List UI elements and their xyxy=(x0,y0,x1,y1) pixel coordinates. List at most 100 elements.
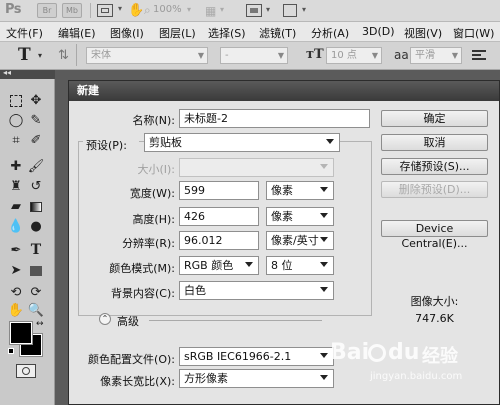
tools-panel-header[interactable]: ◂◂ xyxy=(0,68,55,79)
pen-tool-icon[interactable]: ✒ xyxy=(7,242,25,260)
chevron-down-icon[interactable]: ▾ xyxy=(220,5,224,14)
grid-icon[interactable]: ▦ xyxy=(205,4,216,18)
mini-bridge-button[interactable]: Mb xyxy=(62,3,82,18)
dodge-tool-icon[interactable]: ● xyxy=(27,218,45,236)
chevron-down-icon[interactable]: ▾ xyxy=(118,4,122,13)
dialog-title[interactable]: 新建 xyxy=(69,81,499,101)
chevron-down-icon xyxy=(320,262,328,267)
brush-tool-icon[interactable]: 🖌 xyxy=(27,158,45,176)
type-tool-icon[interactable]: T xyxy=(18,45,31,65)
font-family-value: 宋体 xyxy=(91,50,111,61)
zoom-icon[interactable]: ⌕ xyxy=(144,3,151,18)
resolution-input[interactable]: 96.012 xyxy=(179,231,259,250)
clone-stamp-tool-icon[interactable]: ♜ xyxy=(7,178,25,196)
menu-select[interactable]: 选择(S) xyxy=(208,25,246,41)
cancel-button[interactable]: 取消 xyxy=(381,134,488,151)
marquee-tool-icon[interactable] xyxy=(7,92,25,110)
quick-selection-tool-icon[interactable]: ✎ xyxy=(27,112,45,130)
name-label: 名称(N): xyxy=(132,114,175,127)
quick-mask-icon[interactable] xyxy=(16,364,36,378)
eraser-tool-icon[interactable]: ▰ xyxy=(7,198,25,216)
watermark-url: jingyan.baidu.com xyxy=(370,371,463,382)
ok-button[interactable]: 确定 xyxy=(381,110,488,127)
3d-rotate-tool-icon[interactable]: ⟲ xyxy=(7,284,25,302)
height-input[interactable]: 426 xyxy=(179,207,259,226)
preset-select[interactable]: 剪贴板 xyxy=(144,133,340,152)
bit-depth-select[interactable]: 8 位 xyxy=(266,256,334,275)
lasso-tool-icon[interactable]: ◯ xyxy=(7,112,25,130)
zoom-level[interactable]: 100% xyxy=(153,4,182,18)
chevron-down-icon xyxy=(245,262,253,267)
menu-file[interactable]: 文件(F) xyxy=(6,25,43,41)
crop-tool-icon[interactable]: ⌗ xyxy=(7,132,25,150)
antialias-select[interactable]: 平滑 ▼ xyxy=(410,47,462,64)
menu-layer[interactable]: 图层(L) xyxy=(159,25,196,41)
color-mode-select[interactable]: RGB 颜色 xyxy=(179,256,259,275)
hand-tool-icon[interactable]: ✋ xyxy=(7,302,25,320)
color-mode-value: RGB 颜色 xyxy=(184,259,234,272)
pixel-aspect-select[interactable]: 方形像素 xyxy=(179,369,334,388)
resolution-unit-value: 像素/英寸 xyxy=(271,234,319,247)
chevron-down-icon[interactable]: ▾ xyxy=(266,5,270,14)
view-extras-icon[interactable] xyxy=(97,4,113,17)
advanced-label[interactable]: 高级 xyxy=(117,313,139,329)
menu-edit[interactable]: 编辑(E) xyxy=(58,25,96,41)
background-contents-value: 白色 xyxy=(184,284,206,297)
rectangle-tool-icon[interactable] xyxy=(27,262,45,280)
chevron-down-icon[interactable]: ▾ xyxy=(302,5,306,14)
divider xyxy=(76,44,77,66)
font-size-value: 10 点 xyxy=(331,50,357,61)
advanced-toggle-icon[interactable]: ⌃ xyxy=(99,313,111,325)
hand-icon[interactable]: ✋ xyxy=(128,3,144,18)
path-selection-tool-icon[interactable]: ➤ xyxy=(7,262,25,280)
tools-panel: ◂◂ ✥ ◯ ✎ ⌗ ✐ ✚ 🖌 ♜ ↺ ▰ 💧 ● ✒ T ➤ ⟲ ⟳ ✋ 🔍… xyxy=(0,68,55,405)
type-tool-icon[interactable]: T xyxy=(27,242,45,260)
font-family-select[interactable]: 宋体 ▼ xyxy=(86,47,208,64)
baidu-jingyan-watermark: Bai du 经验 jingyan.baidu.com xyxy=(330,340,490,400)
healing-brush-tool-icon[interactable]: ✚ xyxy=(7,158,25,176)
swap-colors-icon[interactable]: ↔ xyxy=(36,319,44,329)
height-unit-value: 像素 xyxy=(271,210,293,223)
foreground-color-swatch[interactable] xyxy=(9,321,33,345)
watermark-suffix: 经验 xyxy=(422,346,458,367)
collapse-icon[interactable]: ◂◂ xyxy=(3,68,11,77)
chevron-down-icon xyxy=(320,237,328,242)
chevron-down-icon xyxy=(320,287,328,292)
arrange-documents-icon[interactable] xyxy=(246,4,262,17)
menu-view[interactable]: 视图(V) xyxy=(404,25,442,41)
resolution-unit-select[interactable]: 像素/英寸 xyxy=(266,231,334,250)
height-label: 高度(H): xyxy=(132,213,175,226)
eyedropper-tool-icon[interactable]: ✐ xyxy=(27,132,45,150)
zoom-tool-icon[interactable]: 🔍 xyxy=(27,302,45,320)
chevron-down-icon[interactable]: ▾ xyxy=(38,51,42,60)
align-left-icon[interactable] xyxy=(470,48,490,64)
menu-analysis[interactable]: 分析(A) xyxy=(311,25,349,41)
font-size-select[interactable]: 10 点 ▼ xyxy=(326,47,382,64)
history-brush-tool-icon[interactable]: ↺ xyxy=(27,178,45,196)
orientation-toggle-icon[interactable]: ⇅ xyxy=(58,48,69,63)
bridge-button[interactable]: Br xyxy=(37,3,57,18)
device-central-button[interactable]: Device Central(E)... xyxy=(381,220,488,250)
default-colors-icon[interactable] xyxy=(8,348,14,354)
menu-window[interactable]: 窗口(W) xyxy=(453,25,494,41)
options-bar: T ▾ ⇅ 宋体 ▼ - ▼ ᴛT 10 点 ▼ aa 平滑 ▼ xyxy=(0,42,500,70)
gradient-tool-icon[interactable] xyxy=(27,198,45,216)
blur-tool-icon[interactable]: 💧 xyxy=(7,218,25,236)
menu-filter[interactable]: 滤镜(T) xyxy=(259,25,296,41)
menu-3d[interactable]: 3D(D) xyxy=(362,25,395,38)
font-style-select[interactable]: - ▼ xyxy=(220,47,288,64)
chevron-down-icon xyxy=(326,139,334,144)
chevron-down-icon[interactable]: ▾ xyxy=(187,5,191,14)
width-input[interactable]: 599 xyxy=(179,181,259,200)
screen-mode-icon[interactable] xyxy=(283,4,297,17)
name-input[interactable]: 未标题-2 xyxy=(179,109,370,128)
save-preset-button[interactable]: 存储预设(S)... xyxy=(381,158,488,175)
color-profile-select[interactable]: sRGB IEC61966-2.1 xyxy=(179,347,334,366)
height-unit-select[interactable]: 像素 xyxy=(266,207,334,226)
3d-orbit-tool-icon[interactable]: ⟳ xyxy=(27,284,45,302)
antialias-icon: aa xyxy=(394,48,409,62)
move-tool-icon[interactable]: ✥ xyxy=(27,92,45,110)
menu-image[interactable]: 图像(I) xyxy=(110,25,144,41)
width-unit-select[interactable]: 像素 xyxy=(266,181,334,200)
background-contents-select[interactable]: 白色 xyxy=(179,281,334,300)
